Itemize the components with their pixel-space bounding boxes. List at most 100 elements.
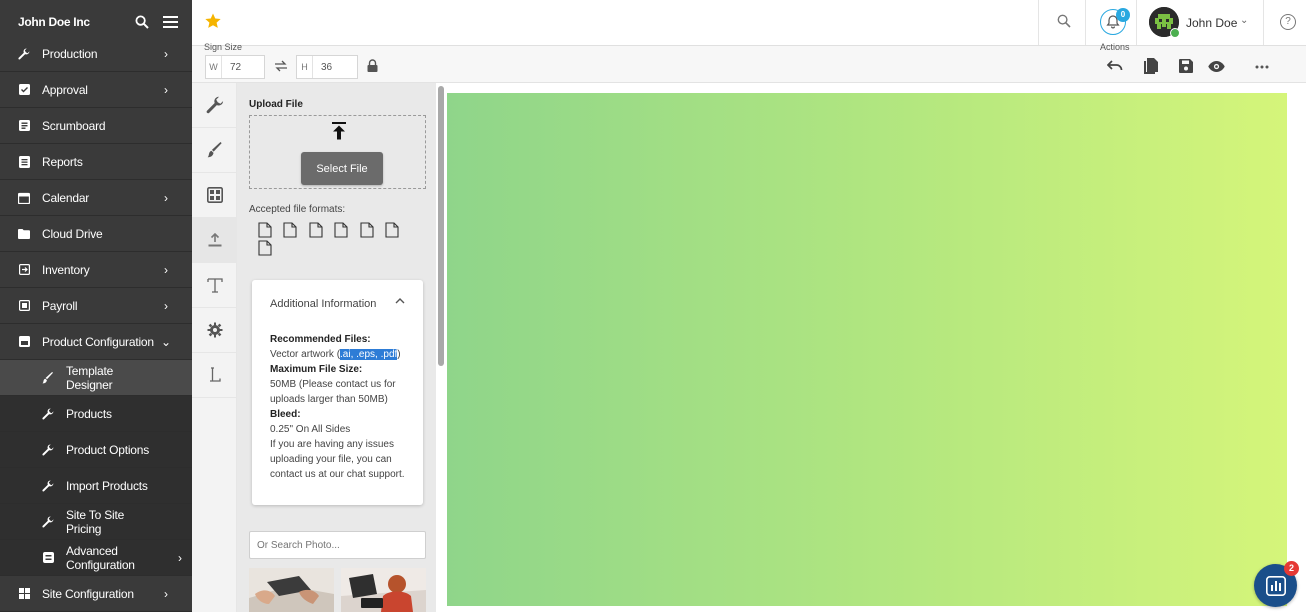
product-config-icon [18, 336, 30, 348]
payroll-icon [18, 300, 30, 312]
sidebar-item-approval[interactable]: Approval › [0, 72, 192, 108]
search-icon[interactable] [135, 15, 149, 29]
sidebar-item-template-designer[interactable]: Template Designer [0, 360, 192, 396]
lock-icon[interactable] [367, 59, 378, 72]
max-file-size-value: 50MB (Please contact us for uploads larg… [270, 379, 396, 405]
sidebar-item-advanced-configuration[interactable]: Advanced Configuration › [0, 540, 192, 576]
sidebar-item-cloud-drive[interactable]: Cloud Drive [0, 216, 192, 252]
sidebar: John Doe Inc Production › Approval › Scr… [0, 0, 192, 612]
photo-thumbnail[interactable] [341, 568, 426, 612]
designer-toolbar: Sign Size W 72 H 36 Actions [192, 42, 1306, 83]
sidebar-item-import-products[interactable]: Import Products [0, 468, 192, 504]
sidebar-item-label: Approval [42, 82, 88, 97]
photo-search-input[interactable] [249, 531, 426, 559]
tab-text[interactable] [192, 263, 237, 308]
width-value: 72 [230, 61, 242, 73]
chevron-right-icon: › [164, 586, 168, 601]
chevron-down-icon: ⌄ [160, 334, 172, 349]
chevron-right-icon: › [164, 262, 168, 277]
wrench-icon [42, 444, 54, 456]
file-format-icon [258, 240, 272, 256]
more-options-icon[interactable] [1255, 65, 1269, 69]
select-file-button[interactable]: Select File [301, 152, 383, 185]
sidebar-item-label: Site To Site Pricing [66, 507, 125, 536]
design-artboard[interactable] [447, 93, 1287, 606]
reports-icon [18, 155, 30, 168]
sidebar-item-product-options[interactable]: Product Options [0, 432, 192, 468]
chevron-right-icon: › [178, 550, 182, 565]
design-canvas-area [444, 83, 1306, 612]
app-root: John Doe Inc Production › Approval › Scr… [0, 0, 1306, 612]
bleed-label: Bleed: [270, 409, 301, 420]
file-format-icon [385, 222, 399, 238]
photo-person-desk-image [341, 568, 426, 612]
help-icon[interactable]: ? [1280, 14, 1296, 30]
swap-dimensions-icon[interactable] [274, 60, 288, 72]
site-config-icon [18, 588, 30, 600]
sidebar-item-product-configuration[interactable]: Product Configuration ⌄ [0, 324, 192, 360]
sidebar-item-label: Inventory [42, 262, 90, 277]
width-prefix: W [206, 56, 222, 78]
chevron-down-icon[interactable]: ⌄ [1240, 15, 1248, 26]
chevron-right-icon: › [164, 190, 168, 205]
actions-label: Actions [1100, 42, 1130, 52]
sidebar-item-inventory[interactable]: Inventory › [0, 252, 192, 288]
sidebar-item-label: Production [42, 46, 98, 61]
tab-brush[interactable] [192, 128, 237, 173]
search-icon[interactable] [1057, 14, 1071, 28]
tab-layers[interactable] [192, 353, 237, 398]
tab-templates[interactable] [192, 173, 237, 218]
board-icon [18, 120, 30, 132]
sidebar-item-calendar[interactable]: Calendar › [0, 180, 192, 216]
file-format-icon [309, 222, 323, 238]
sidebar-item-label: Scrumboard [42, 118, 106, 133]
gear-icon [207, 322, 222, 338]
preview-eye-icon[interactable] [1208, 61, 1225, 72]
sidebar-item-label: Import Products [66, 478, 148, 493]
undo-icon[interactable] [1107, 60, 1123, 71]
chevron-right-icon: › [164, 46, 168, 61]
sidebar-item-label: Product Options [66, 442, 150, 457]
width-input[interactable]: W 72 [205, 55, 265, 79]
bleed-value: 0.25" On All Sides [270, 424, 351, 435]
sidebar-item-site-configuration[interactable]: Site Configuration › [0, 576, 192, 612]
chevron-right-icon: › [164, 298, 168, 313]
sidebar-item-reports[interactable]: Reports [0, 144, 192, 180]
additional-information-body: Recommended Files: Vector artwork (.ai, … [270, 332, 410, 482]
wrench-icon [42, 480, 54, 492]
sidebar-item-products[interactable]: Products [0, 396, 192, 432]
upload-panel: Upload File Select File Accepted file fo… [237, 83, 436, 612]
approval-icon [18, 84, 30, 96]
brand-name: John Doe Inc [18, 15, 90, 29]
file-dropzone[interactable]: Select File [249, 115, 426, 189]
sidebar-item-label: Calendar [42, 190, 90, 205]
support-help-text: If you are having any issues uploading y… [270, 439, 405, 480]
tool-tabs [192, 83, 237, 612]
max-file-size-label: Maximum File Size: [270, 364, 363, 375]
menu-icon[interactable] [163, 16, 178, 28]
sign-size-label: Sign Size [204, 42, 243, 52]
sidebar-item-production[interactable]: Production › [0, 36, 192, 72]
chevron-up-icon[interactable] [395, 297, 405, 304]
height-input[interactable]: H 36 [296, 55, 358, 79]
save-icon[interactable] [1179, 59, 1193, 73]
additional-information-card: Additional Information Recommended Files… [252, 280, 423, 505]
wrench-icon [42, 408, 54, 420]
grid-icon [206, 187, 223, 203]
user-name[interactable]: John Doe [1186, 16, 1237, 30]
sidebar-item-label: Product Configuration [42, 334, 154, 349]
sidebar-item-label: Payroll [42, 298, 78, 313]
recommended-prefix: Vector artwork ( [270, 349, 341, 360]
tab-upload[interactable] [192, 218, 237, 263]
favorite-star-icon[interactable] [204, 12, 222, 30]
copy-icon[interactable] [1144, 58, 1158, 74]
sidebar-item-payroll[interactable]: Payroll › [0, 288, 192, 324]
tab-settings[interactable] [192, 308, 237, 353]
additional-information-title[interactable]: Additional Information [270, 298, 376, 310]
sidebar-item-site-to-site-pricing[interactable]: Site To Site Pricing [0, 504, 192, 540]
wrench-icon [18, 48, 30, 60]
photo-thumbnail[interactable] [249, 568, 334, 612]
tab-tools[interactable] [192, 83, 237, 128]
sidebar-item-scrumboard[interactable]: Scrumboard [0, 108, 192, 144]
top-bar: 0 John Doe ⌄ ? [192, 0, 1306, 46]
